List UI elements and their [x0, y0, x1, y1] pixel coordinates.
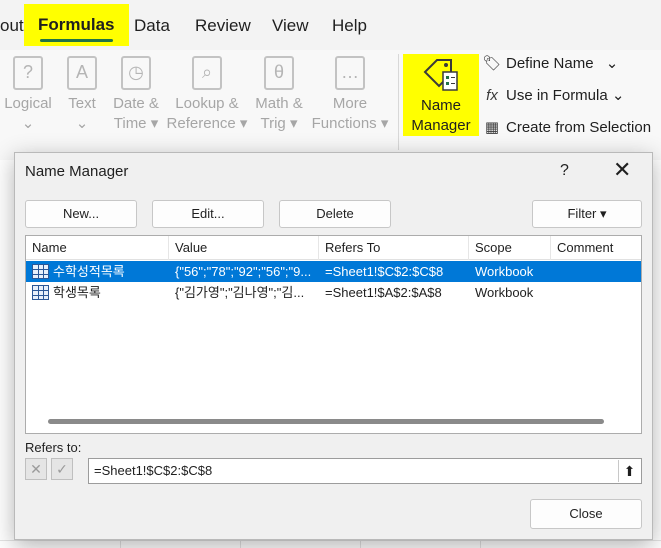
active-tab-underline [40, 39, 113, 42]
more-label-line1: More [332, 95, 368, 112]
list-header: Name Value Refers To Scope Comment [26, 236, 641, 260]
math-label-line2: Trig ▾ [260, 115, 298, 132]
tab-help[interactable]: Help [332, 16, 367, 36]
close-button[interactable]: Close [530, 499, 642, 529]
row-name: 학생목록 [53, 285, 101, 300]
use-in-formula-button[interactable]: fx Use in Formula ⌄ [482, 85, 624, 107]
chevron-down-icon: ⌄ [605, 55, 619, 72]
tab-view[interactable]: View [272, 16, 309, 36]
column-header-refers-to[interactable]: Refers To [319, 236, 469, 260]
define-name-button[interactable]: 🏷 Define Name ⌄ [482, 53, 618, 75]
delete-button[interactable]: Delete [279, 200, 391, 228]
named-range-icon [32, 285, 49, 300]
close-icon[interactable]: ✕ [613, 159, 631, 181]
date-time-label-line1: Date & [113, 95, 159, 112]
tab-formulas[interactable]: Formulas [24, 4, 129, 46]
math-trig-button[interactable]: θ Math & Trig ▾ [250, 56, 308, 134]
tab-review[interactable]: Review [195, 16, 251, 36]
new-button[interactable]: New... [25, 200, 137, 228]
dialog-title: Name Manager [25, 163, 129, 180]
date-time-label-line2: Time ▾ [113, 115, 159, 132]
row-comment [557, 282, 637, 303]
more-functions-icon: … [335, 56, 365, 90]
logical-dropdown-icon: ⌄ [21, 115, 35, 132]
row-name: 수학성적목록 [53, 264, 125, 279]
column-header-comment[interactable]: Comment [551, 236, 641, 260]
ribbon-group-divider [398, 54, 399, 150]
fx-icon: fx [486, 87, 498, 104]
text-button[interactable]: A Text ⌄ [60, 56, 104, 134]
named-range-icon [32, 264, 49, 279]
list-item[interactable]: 수학성적목록 {"56";"78";"92";"56";"9... =Sheet… [26, 261, 641, 282]
name-manager-icon [423, 59, 458, 91]
name-manager-dialog: Name Manager ? ✕ New... Edit... Delete F… [14, 152, 653, 540]
row-comment [557, 261, 637, 282]
row-scope: Workbook [475, 264, 534, 279]
refers-to-label: Refers to: [25, 440, 82, 455]
confirm-edit-icon[interactable]: ✓ [51, 458, 73, 480]
lookup-label-line1: Lookup & [175, 95, 239, 112]
edit-button[interactable]: Edit... [152, 200, 264, 228]
filter-button[interactable]: Filter ▾ [532, 200, 642, 228]
column-header-name[interactable]: Name [26, 236, 169, 260]
row-refers-to: =Sheet1!$C$2:$C$8 [325, 264, 444, 279]
column-header-value[interactable]: Value [169, 236, 319, 260]
logical-button[interactable]: ? Logical ⌄ [0, 56, 56, 134]
tab-formulas-label: Formulas [38, 15, 115, 34]
column-header-scope[interactable]: Scope [469, 236, 551, 260]
create-from-selection-button[interactable]: ▦ Create from Selection [482, 117, 651, 139]
row-refers-to: =Sheet1!$A$2:$A$8 [325, 285, 442, 300]
magnifier-icon: ⌕ [192, 56, 222, 90]
tab-layout[interactable]: out [0, 16, 24, 36]
more-functions-button[interactable]: … More Functions ▾ [310, 56, 390, 134]
text-dropdown-icon: ⌄ [75, 115, 89, 132]
create-from-selection-icon: ▦ [484, 119, 500, 136]
text-label: Text [68, 95, 96, 112]
help-icon[interactable]: ? [560, 162, 569, 180]
row-value: {"김가영";"김나영";"김... [175, 285, 305, 300]
names-list[interactable]: Name Value Refers To Scope Comment 수학성적목… [25, 235, 642, 434]
date-time-button[interactable]: ◷ Date & Time ▾ [108, 56, 164, 134]
logical-icon: ? [13, 56, 43, 90]
lookup-reference-button[interactable]: ⌕ Lookup & Reference ▾ [166, 56, 248, 134]
logical-label: Logical [4, 95, 52, 112]
row-value: {"56";"78";"92";"56";"9... [175, 264, 312, 279]
clock-icon: ◷ [121, 56, 151, 90]
lookup-label-line2: Reference ▾ [166, 115, 248, 132]
refers-to-value: =Sheet1!$C$2:$C$8 [94, 463, 213, 478]
text-function-icon: A [67, 56, 97, 90]
collapse-dialog-icon[interactable]: ⬆ [618, 460, 640, 482]
math-label-line1: Math & [255, 95, 303, 112]
grid-line [0, 540, 661, 541]
name-manager-label: Name Manager [411, 97, 471, 134]
cancel-edit-icon[interactable]: ✕ [25, 458, 47, 480]
refers-to-input[interactable]: =Sheet1!$C$2:$C$8 ⬆ [88, 458, 642, 484]
more-label-line2: Functions ▾ [311, 115, 389, 132]
ribbon-tab-bar: out Formulas Data Review View Help [0, 0, 661, 50]
chevron-down-icon: ⌄ [611, 87, 625, 104]
ribbon-body: ? Logical ⌄ A Text ⌄ ◷ Date & Time ▾ ⌕ L… [0, 50, 661, 160]
horizontal-scrollbar[interactable] [48, 419, 604, 424]
list-item[interactable]: 학생목록 {"김가영";"김나영";"김... =Sheet1!$A$2:$A$… [26, 282, 641, 303]
tab-data[interactable]: Data [134, 16, 170, 36]
row-scope: Workbook [475, 285, 534, 300]
theta-icon: θ [264, 56, 294, 90]
tag-icon: 🏷 [482, 55, 502, 72]
